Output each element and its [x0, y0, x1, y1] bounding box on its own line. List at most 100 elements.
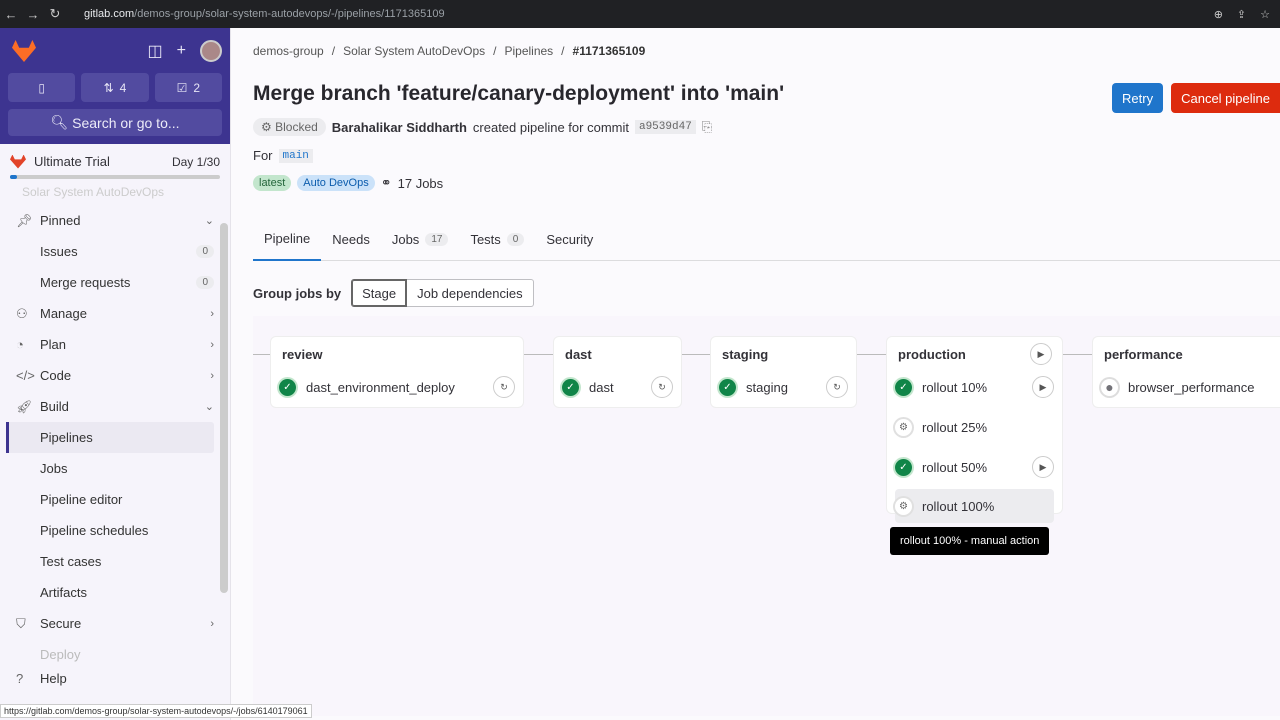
sidebar-pinned[interactable]: 📌︎ Pinned ⌄: [0, 205, 230, 236]
plan-icon: ◔: [16, 337, 24, 352]
job-browser-performance[interactable]: ● browser_performance: [1101, 370, 1280, 404]
status-success-icon: ✓: [719, 378, 736, 396]
stage-production: production ▶ ✓ rollout 10% ▶ ⚙ rollout 25% ✓…: [886, 336, 1063, 523]
project-name[interactable]: Solar System AutoDevOps: [0, 179, 230, 205]
sidebar-item-pipelines[interactable]: Pipelines: [6, 422, 214, 453]
author-link[interactable]: Barahalikar Siddharth: [332, 120, 467, 135]
jobs-icon: ⚭: [380, 175, 392, 190]
sidebar-deploy[interactable]: Deploy: [0, 639, 230, 670]
retry-job-icon[interactable]: ↻: [651, 376, 673, 398]
todo-icon: ☑: [176, 80, 188, 95]
tag-auto-devops: Auto DevOps: [297, 175, 375, 191]
gitlab-logo[interactable]: [12, 40, 36, 62]
merge-requests-button[interactable]: ⇅ 4: [81, 73, 149, 102]
sidebar-item-pipeline-schedules[interactable]: Pipeline schedules: [0, 515, 230, 546]
sidebar-item-merge-requests[interactable]: Merge requests 0: [0, 267, 230, 298]
status-created-icon: ●: [1101, 378, 1118, 396]
retry-job-icon[interactable]: ↻: [826, 376, 848, 398]
sidebar-scrollbar[interactable]: [220, 223, 228, 593]
tab-needs[interactable]: Needs: [321, 219, 381, 261]
crumb-pipelines[interactable]: Pipelines: [504, 44, 553, 58]
stage-performance: performance ● browser_performance: [1092, 336, 1280, 408]
crumb-project[interactable]: Solar System AutoDevOps: [343, 44, 485, 58]
status-manual-icon: ⚙: [895, 418, 912, 436]
rocket-icon: 🚀︎: [16, 398, 33, 414]
stage-review: review ✓ dast_environment_deploy ↻: [270, 336, 524, 408]
reload-icon[interactable]: ↻: [44, 6, 66, 22]
play-icon[interactable]: ▶: [1032, 376, 1054, 398]
job-rollout-100[interactable]: ⚙ rollout 100%: [895, 489, 1054, 523]
merge-request-icon: ⇅: [103, 80, 114, 95]
sidebar-secure[interactable]: ⛉ Secure ›: [0, 608, 230, 639]
job-rollout-50[interactable]: ✓ rollout 50% ▶: [895, 450, 1054, 484]
status-success-icon: ✓: [895, 378, 912, 396]
trial-fox-icon: [10, 154, 26, 169]
play-stage-icon[interactable]: ▶: [1030, 343, 1052, 365]
breadcrumb: demos-group / Solar System AutoDevOps / Pipe…: [253, 44, 646, 58]
job-staging[interactable]: ✓ staging ↻: [719, 370, 848, 404]
tab-security[interactable]: Security: [535, 219, 604, 261]
plus-icon[interactable]: +: [177, 42, 186, 60]
branch-link[interactable]: main: [278, 148, 313, 163]
job-dast[interactable]: ✓ dast ↻: [562, 370, 673, 404]
group-by-stage-button[interactable]: Stage: [351, 279, 408, 307]
sidebar-item-artifacts[interactable]: Artifacts: [0, 577, 230, 608]
toggle-sidebar-icon[interactable]: ◫: [148, 41, 163, 61]
browser-bar: ← → ↻ gitlab.com/demos-group/solar-system-…: [0, 0, 1280, 28]
sidebar-code[interactable]: </> Code ›: [0, 360, 230, 391]
issue-icon: ▯: [38, 80, 45, 95]
todos-button[interactable]: ☑ 2: [154, 73, 222, 102]
crumb-group[interactable]: demos-group: [253, 44, 324, 58]
bookmark-star-icon[interactable]: ☆: [1260, 8, 1270, 21]
sidebar-item-issues[interactable]: Issues 0: [0, 236, 230, 267]
code-icon: </>: [16, 368, 35, 383]
status-bar-url: https://gitlab.com/demos-group/solar-sys…: [0, 704, 312, 718]
chevron-right-icon: ›: [210, 617, 214, 630]
tag-latest: latest: [253, 175, 292, 191]
commit-link[interactable]: a9539d47: [634, 120, 696, 134]
sidebar-item-pipeline-editor[interactable]: Pipeline editor: [0, 484, 230, 515]
tab-jobs[interactable]: Jobs 17: [381, 219, 460, 261]
address-bar[interactable]: gitlab.com/demos-group/solar-system-auto…: [84, 8, 445, 20]
sidebar-item-test-cases[interactable]: Test cases: [0, 546, 230, 577]
play-icon[interactable]: ▶: [1032, 456, 1054, 478]
zoom-icon[interactable]: ⊕: [1214, 8, 1223, 21]
avatar[interactable]: [200, 40, 222, 62]
copy-icon[interactable]: ⎘: [702, 119, 712, 135]
status-success-icon: ✓: [562, 378, 579, 396]
sidebar-help[interactable]: ? Help: [0, 670, 230, 686]
status-badge[interactable]: ⚙ Blocked: [253, 118, 326, 136]
job-rollout-10[interactable]: ✓ rollout 10% ▶: [895, 370, 1054, 404]
back-icon[interactable]: ←: [0, 7, 22, 22]
sidebar-manage[interactable]: ⚇ Manage ›: [0, 298, 230, 329]
search-icon: 🔍︎: [50, 114, 73, 130]
crumb-pipeline-id[interactable]: #1171365109: [573, 44, 646, 58]
status-success-icon: ✓: [279, 378, 296, 396]
job-dast-environment-deploy[interactable]: ✓ dast_environment_deploy ↻: [279, 370, 515, 404]
group-by-job-dependencies-button[interactable]: Job dependencies: [407, 279, 534, 307]
tooltip: rollout 100% - manual action: [890, 527, 1050, 555]
tab-tests[interactable]: Tests 0: [459, 219, 535, 261]
chevron-down-icon: ⌄: [204, 401, 214, 413]
retry-job-icon[interactable]: ↻: [493, 376, 515, 398]
shield-icon: ⛉: [16, 615, 26, 631]
chevron-down-icon: ⌄: [204, 215, 214, 227]
retry-button[interactable]: Retry: [1112, 83, 1164, 113]
pin-icon: 📌︎: [16, 212, 33, 228]
trial-widget[interactable]: Ultimate Trial Day 1/30: [0, 144, 230, 169]
pipeline-graph: review ✓ dast_environment_deploy ↻ dast ✓ d…: [253, 316, 1280, 716]
status-success-icon: ✓: [895, 458, 912, 476]
forward-icon[interactable]: →: [22, 7, 44, 22]
search-button[interactable]: 🔍︎ Search or go to...: [8, 109, 222, 136]
tab-pipeline[interactable]: Pipeline: [253, 219, 322, 261]
chevron-right-icon: ›: [210, 338, 214, 351]
sidebar-build[interactable]: 🚀︎ Build ⌄: [0, 391, 230, 422]
share-icon[interactable]: ⇪: [1237, 8, 1246, 21]
sidebar-item-jobs[interactable]: Jobs: [0, 453, 230, 484]
issues-button[interactable]: ▯: [8, 73, 76, 102]
main-content: demos-group / Solar System AutoDevOps / Pipe…: [253, 28, 1280, 716]
sidebar-plan[interactable]: ◔ Plan ›: [0, 329, 230, 360]
cancel-pipeline-button[interactable]: Cancel pipeline: [1171, 83, 1280, 113]
job-rollout-25[interactable]: ⚙ rollout 25%: [895, 410, 1054, 444]
status-manual-icon: ⚙: [895, 497, 912, 515]
